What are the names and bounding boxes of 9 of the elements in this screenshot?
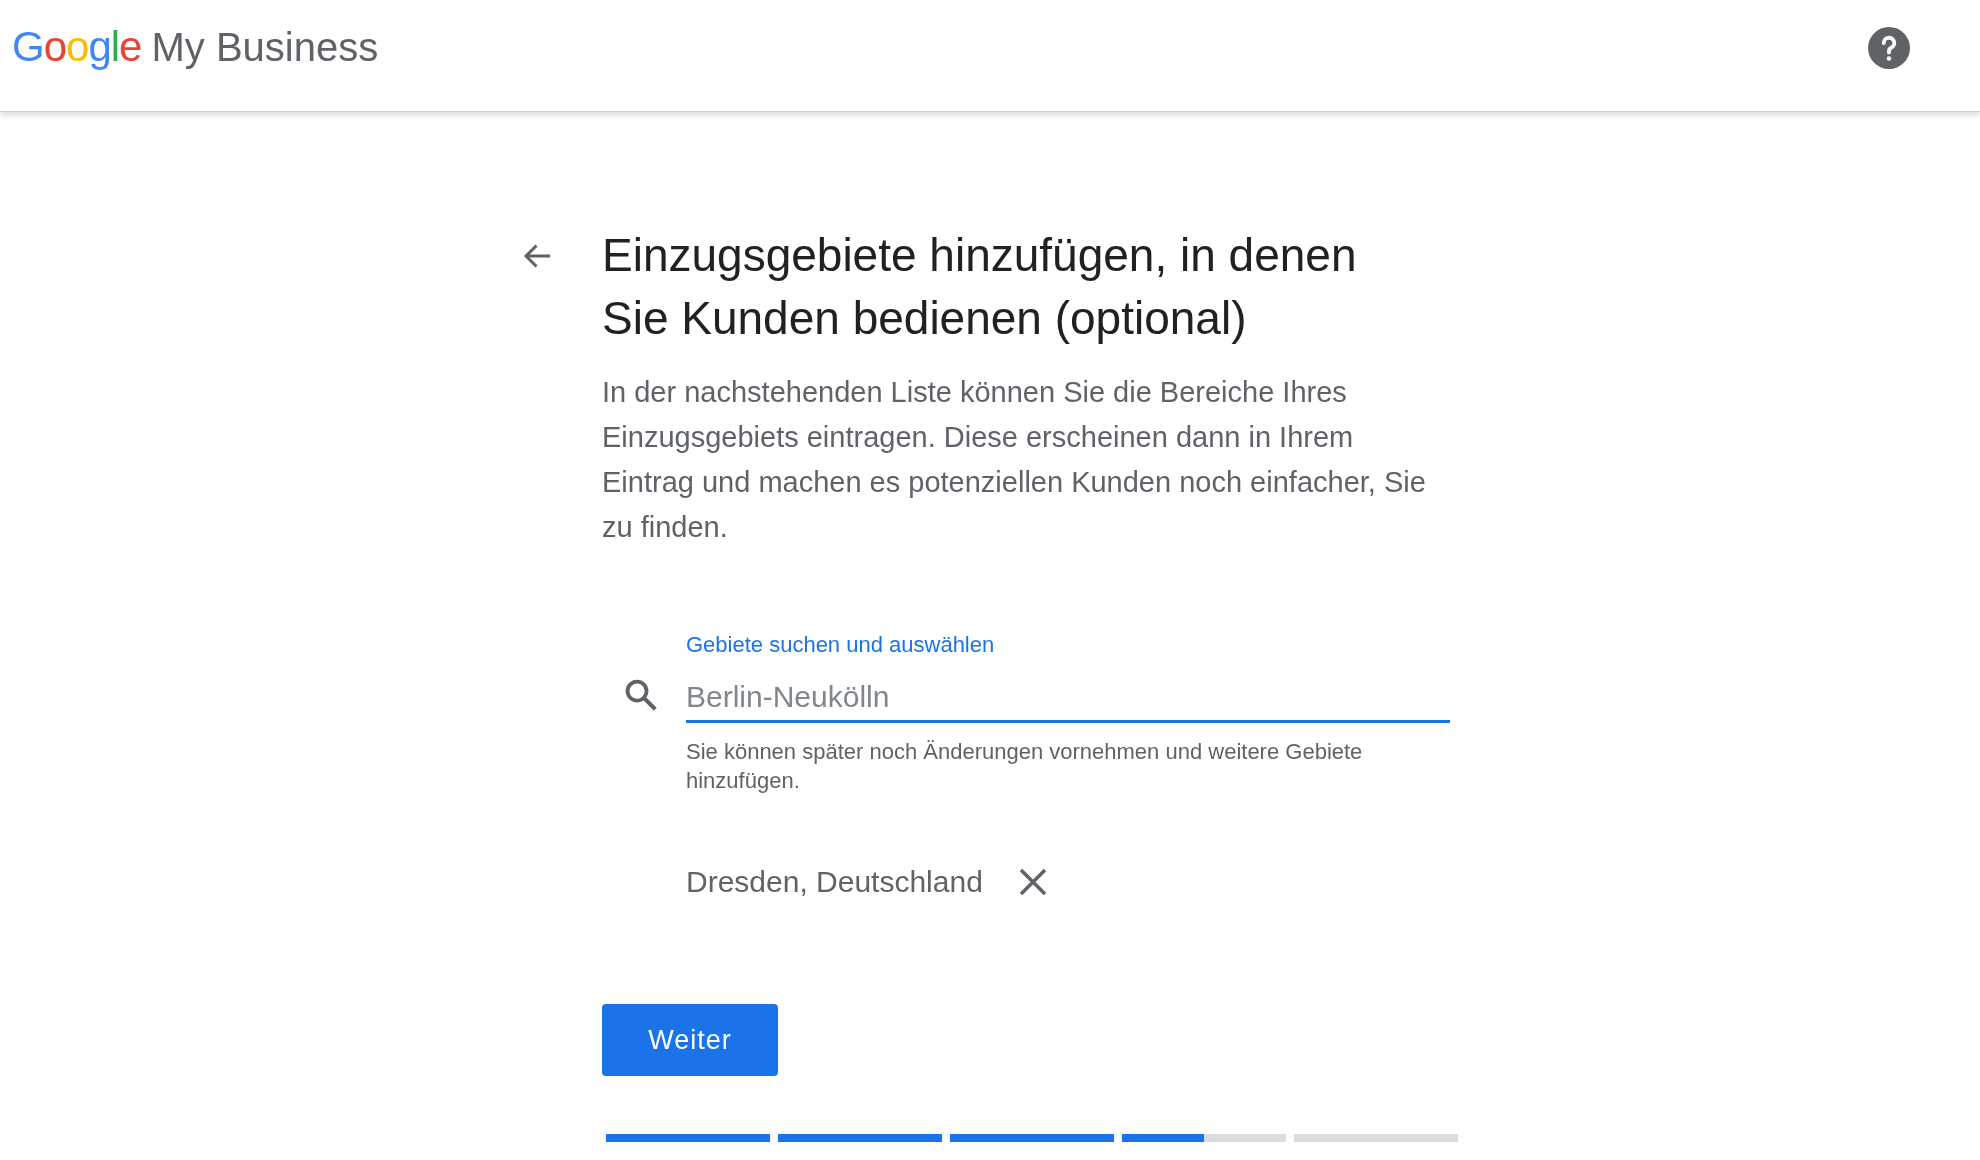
helper-text: Sie können später noch Änderungen vornehmen und weitere Gebiete hinzufügen. [686, 738, 1364, 795]
logo[interactable]: Google My Business [12, 15, 379, 78]
search-field[interactable]: Berlin-Neukölln [686, 673, 1450, 723]
description-text: In der nachstehenden Liste können Sie die Bereiche Ihres Einzugsgebiets eintragen. Diese erscheinen dann in Ihrem Eintrag und machen es potenziellen Kunden noch einfacher, Sie zu finden. [602, 375, 1427, 545]
help-icon[interactable] [1868, 26, 1910, 69]
next-button[interactable]: Weiter [602, 1004, 778, 1076]
page-title: Einzugsgebiete hinzufügen, in denen Sie Kunden bedienen (optional) [602, 228, 1358, 346]
field-label: Gebiete suchen und auswählen [686, 631, 996, 659]
area-label: Dresden, Deutschland [686, 864, 983, 900]
